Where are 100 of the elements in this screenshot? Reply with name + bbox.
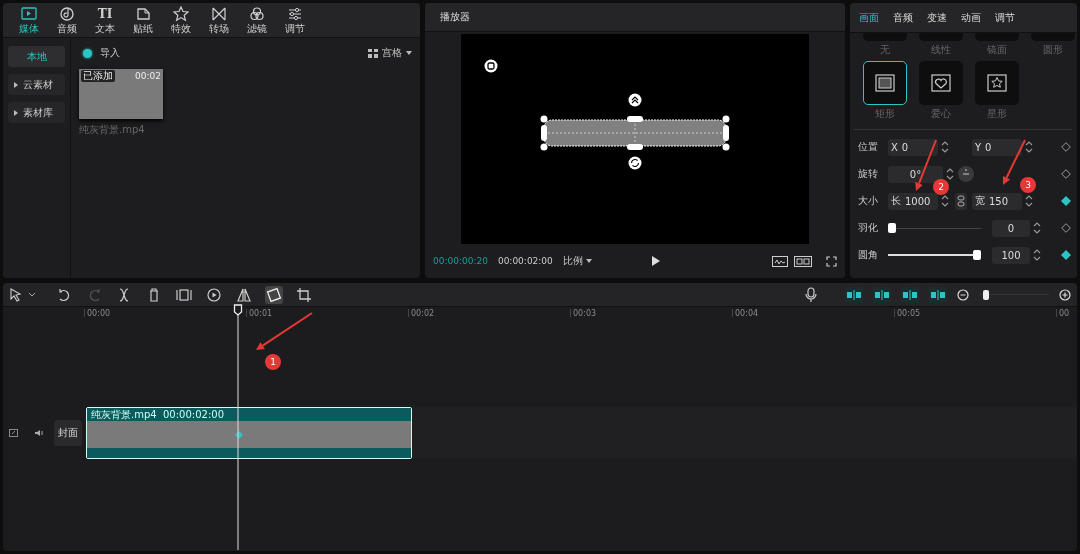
video-clip[interactable]: 纯灰背景.mp4 00:00:02:00 <box>86 407 412 459</box>
mask-label: 线性 <box>931 44 951 55</box>
added-badge: 已添加 <box>81 70 115 82</box>
mask-label: 矩形 <box>875 108 895 119</box>
inspector-tab[interactable]: 变速 <box>927 7 947 28</box>
sidebar-item[interactable]: 云素材 <box>8 74 65 95</box>
crop-button[interactable] <box>295 285 313 304</box>
number-field[interactable]: 长 1000 <box>888 192 938 210</box>
property-label: 羽化 <box>858 221 879 235</box>
media-tab[interactable]: 贴纸 <box>124 3 162 37</box>
lock-track-icon[interactable] <box>9 429 18 437</box>
inspector-tab[interactable]: 画面 <box>859 7 879 28</box>
snap-icon <box>846 287 862 302</box>
mask-option[interactable] <box>919 61 963 105</box>
microphone-icon[interactable] <box>803 286 819 303</box>
import-button[interactable]: 导入 <box>79 44 124 62</box>
playhead[interactable] <box>233 304 243 550</box>
waveform-monitor-icon[interactable] <box>772 255 788 267</box>
number-field[interactable]: 0° <box>888 165 943 183</box>
rotate-button[interactable] <box>265 285 283 304</box>
file-name: 纯灰背景.mp4 <box>79 123 146 137</box>
media-tab[interactable]: TI 文本 <box>86 3 124 37</box>
caret-icon <box>13 109 19 116</box>
link-ratio-button[interactable] <box>955 192 967 210</box>
property-label: 位置 <box>858 140 879 154</box>
keyframe-icon[interactable] <box>1061 223 1071 233</box>
anchor-icon[interactable] <box>484 59 498 73</box>
layout-icon[interactable] <box>794 255 812 267</box>
media-tab[interactable]: 媒体 <box>10 3 48 37</box>
inspector-tab[interactable]: 动画 <box>961 7 981 28</box>
mask-shape-drawing[interactable] <box>540 115 730 151</box>
ratio-dropdown[interactable]: 比例 <box>562 254 592 268</box>
number-field[interactable]: 宽 150 <box>972 192 1022 210</box>
inspector-tab[interactable]: 音频 <box>893 7 913 28</box>
link-button[interactable] <box>873 286 891 303</box>
up-down-arrows-icon <box>941 141 949 153</box>
up-down-arrows-icon <box>1025 195 1033 207</box>
ruler-time: 00:04 <box>734 309 760 318</box>
ruler-time: 00:01 <box>248 309 274 318</box>
mirror-icon <box>236 286 252 303</box>
keyframe-filled-icon[interactable] <box>1061 196 1071 206</box>
number-field[interactable]: Y 0 <box>972 138 1022 156</box>
ruler-time: 00:03 <box>572 309 598 318</box>
up-down-arrows-icon <box>1025 141 1033 153</box>
music-note-icon <box>59 6 75 22</box>
mask-option[interactable] <box>863 61 907 105</box>
keyframe-icon[interactable] <box>1061 169 1071 179</box>
number-field[interactable]: 100 <box>992 246 1030 264</box>
current-time: 00:00:00:20 <box>433 256 488 266</box>
star-icon <box>173 6 189 22</box>
sidebar-item[interactable]: 素材库 <box>8 102 65 123</box>
preview-axis-icon <box>902 287 918 302</box>
play-icon[interactable] <box>651 256 660 266</box>
sticker-icon <box>135 6 151 22</box>
media-tab[interactable]: 调节 <box>276 3 314 37</box>
zoom-in-icon[interactable] <box>1059 288 1071 301</box>
undo-icon <box>56 286 72 303</box>
property-label: 大小 <box>858 194 879 208</box>
snap-button[interactable] <box>845 286 863 303</box>
ruler-time: 00 <box>1058 309 1071 318</box>
mask-label: 镜面 <box>987 44 1007 55</box>
number-field[interactable]: X 0 <box>888 138 938 156</box>
ruler-time: 00:00 <box>86 309 112 318</box>
cover-button[interactable]: 封面 <box>54 420 82 446</box>
media-thumbnail[interactable]: 已添加 00:02 <box>79 69 163 119</box>
rotate-icon[interactable] <box>628 156 642 170</box>
clip-name: 纯灰背景.mp4 00:00:02:00 <box>91 408 224 421</box>
reverse-button[interactable] <box>205 285 223 304</box>
view-mode-button[interactable]: 宫格 <box>368 46 412 60</box>
cursor-icon <box>8 286 24 303</box>
panel-title: 播放器 <box>440 10 470 24</box>
link-icon <box>957 195 965 207</box>
crop-icon <box>296 286 312 303</box>
fullscreen-icon[interactable] <box>826 255 837 267</box>
auto-link-button[interactable] <box>929 286 947 303</box>
sidebar-item[interactable]: 本地 <box>8 46 65 67</box>
caret-icon <box>13 81 19 88</box>
media-tab[interactable]: 滤镜 <box>238 3 276 37</box>
keyframe-filled-icon[interactable] <box>1061 250 1071 260</box>
keyframe-icon[interactable] <box>1061 142 1071 152</box>
duration-label: 00:02 <box>135 70 161 82</box>
inspector-tab[interactable]: 调节 <box>995 7 1015 28</box>
slider-thumb[interactable] <box>982 289 989 300</box>
number-field[interactable]: 0 <box>992 219 1030 237</box>
three-circles-icon <box>249 6 265 22</box>
rotate-icon <box>266 286 282 303</box>
slider-thumb[interactable] <box>888 223 896 233</box>
media-tab[interactable]: 音频 <box>48 3 86 37</box>
up-down-arrows-icon <box>1033 249 1041 261</box>
speaker-icon[interactable] <box>34 429 44 437</box>
media-tab[interactable]: 转场 <box>200 3 238 37</box>
mask-option[interactable] <box>975 61 1019 105</box>
slider-thumb[interactable] <box>973 250 981 260</box>
preview-axis-button[interactable] <box>901 286 919 303</box>
zoom-out-icon[interactable] <box>957 288 969 301</box>
media-tab[interactable]: 特效 <box>162 3 200 37</box>
chevron-up-icon[interactable] <box>628 93 642 107</box>
caret-icon <box>406 51 412 55</box>
up-down-arrows-icon <box>1033 222 1041 234</box>
flip-button[interactable] <box>958 166 974 182</box>
